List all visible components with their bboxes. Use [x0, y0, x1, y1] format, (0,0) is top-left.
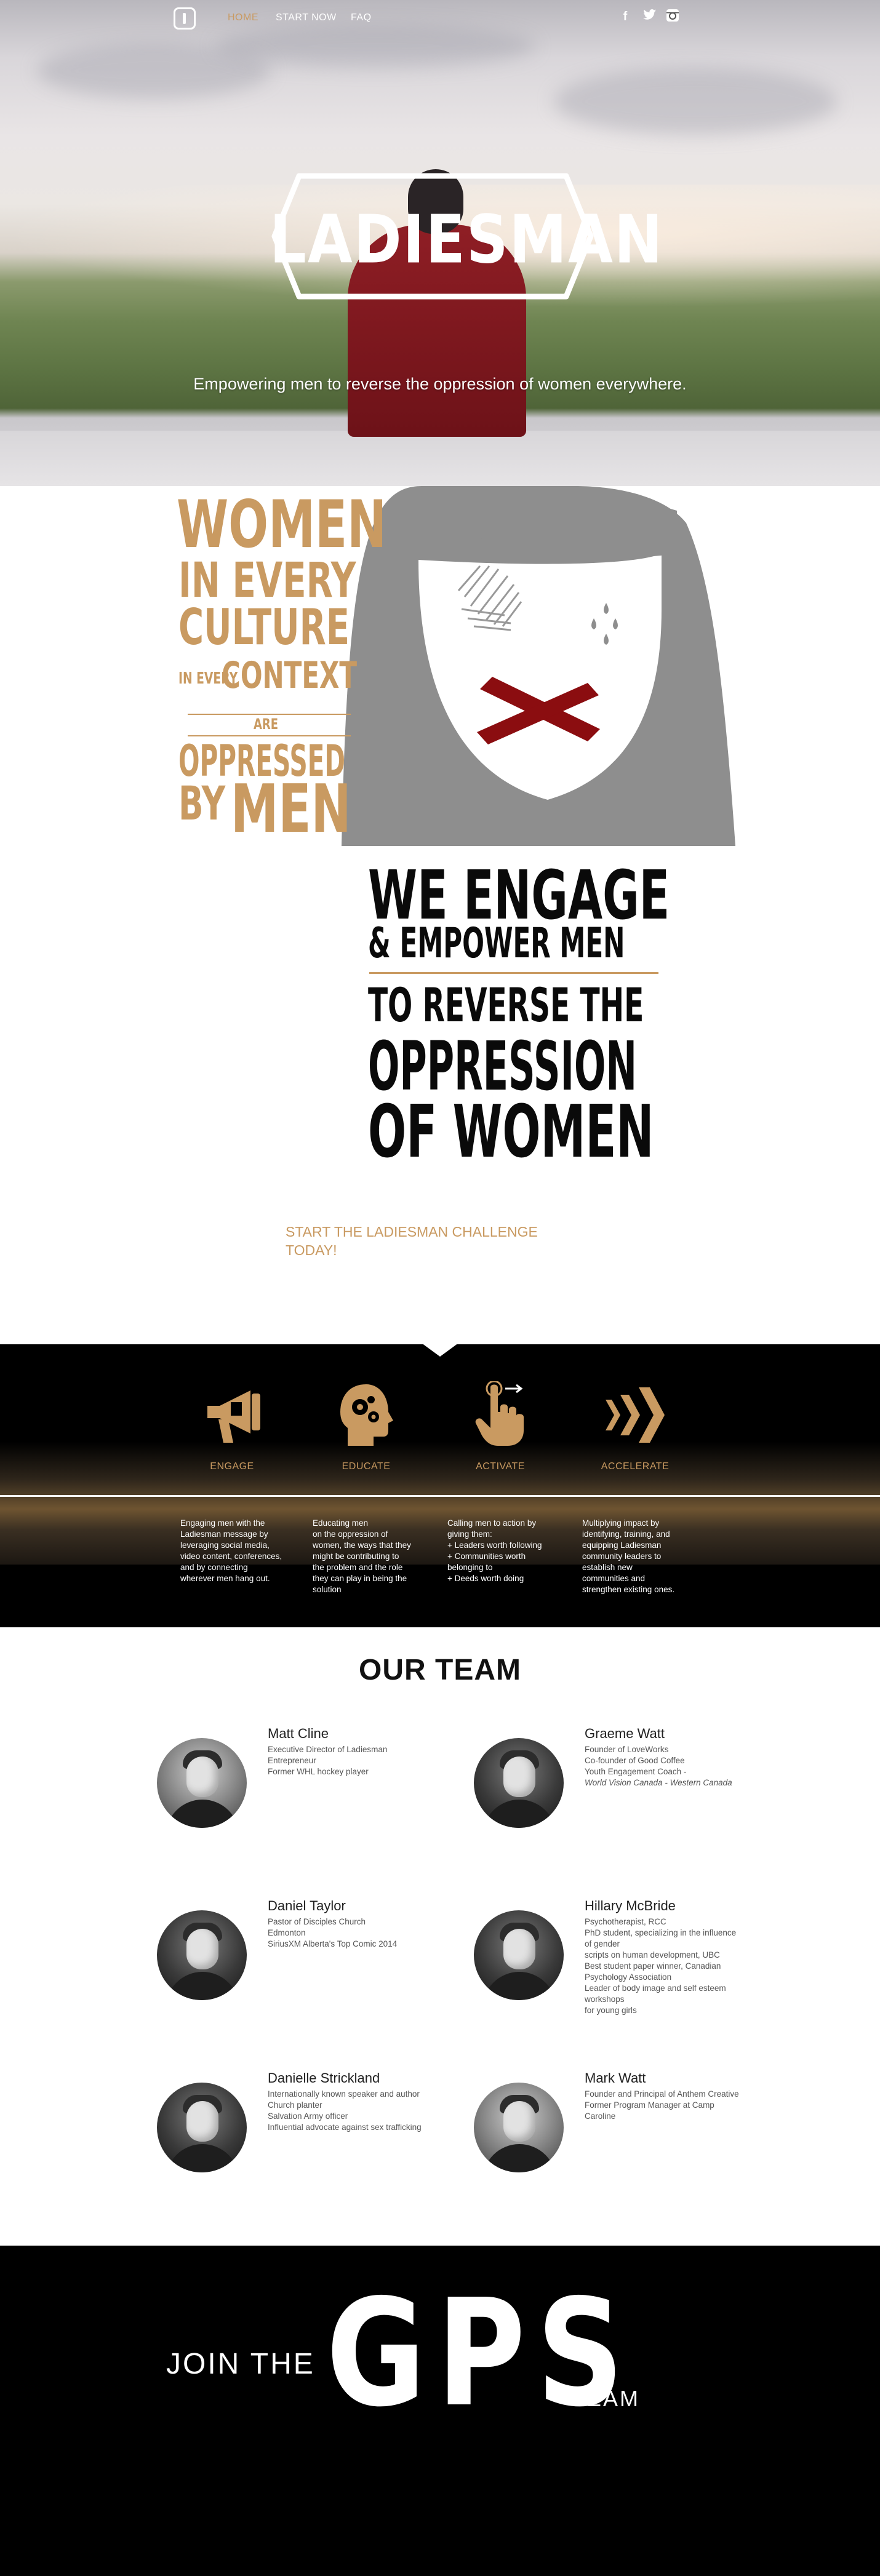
nav-home-link[interactable]: HOME [228, 12, 258, 23]
avatar [157, 1910, 247, 2000]
headline-rule [188, 714, 351, 715]
join-the-text: JOIN THE [166, 2348, 315, 2380]
headline-by: BY [178, 776, 226, 831]
avatar [474, 1738, 564, 1828]
team-member: Matt Cline Executive Director of Ladiesm… [157, 1726, 477, 1828]
join-gps-footer: JOIN THE GPS TEAM [0, 2246, 880, 2576]
twitter-icon[interactable] [642, 9, 658, 25]
team-member: Mark Watt Founder and Principal of Anthe… [474, 2070, 794, 2172]
headline-men: MEN [231, 771, 351, 848]
hero-section: LADIESMAN Empowering men to reverse the … [0, 0, 880, 486]
engage-line-3: TO REVERSE THE [368, 978, 644, 1032]
engage-line-2: & EMPOWER MEN [368, 919, 625, 968]
member-name: Graeme Watt [585, 1726, 665, 1741]
poster-section: WOMEN IN EVERY CULTURE IN EVERY CONTEXT … [0, 486, 880, 1347]
team-member: Graeme Watt Founder of LoveWorks Co-foun… [474, 1726, 794, 1828]
avatar [157, 1738, 247, 1828]
steps-background-photo [0, 1442, 880, 1565]
headline-in-every: IN EVERY [178, 553, 356, 608]
section-notch [423, 1615, 457, 1627]
step-label: ENGAGE [210, 1461, 254, 1472]
nav-start-now-link[interactable]: START NOW [276, 12, 337, 23]
instagram-icon[interactable] [665, 9, 681, 25]
headline-context: CONTEXT [222, 654, 358, 697]
nav-faq-link[interactable]: FAQ [351, 12, 372, 23]
step-engage-description: Engaging men with the Ladiesman message … [180, 1518, 282, 1583]
team-section: OUR TEAM Matt Cline Executive Director o… [0, 1627, 880, 2246]
team-member: Hillary McBride Psychotherapist, RCC PhD… [474, 1898, 794, 2015]
megaphone-icon [207, 1390, 260, 1443]
team-text: TEAM [571, 2386, 641, 2411]
team-heading: OUR TEAM [359, 1654, 521, 1686]
brand-title: LADIESMAN [270, 201, 664, 279]
avatar [157, 2083, 247, 2172]
steps-section: ENGAGE EDUCATE ACTIVATE ACCELERATE Engag… [0, 1344, 880, 1627]
hero-cloud [554, 68, 837, 135]
steps-divider [0, 1495, 880, 1497]
avatar [474, 2083, 564, 2172]
chevrons-right-icon [606, 1387, 665, 1443]
silenced-woman-illustration [342, 486, 735, 846]
hero-tagline: Empowering men to reverse the oppression… [193, 375, 687, 393]
engage-line-5: OF WOMEN [368, 1089, 654, 1174]
headline-culture: CULTURE [178, 599, 350, 656]
member-name: Danielle Strickland [268, 2070, 380, 2086]
step-accelerate-description: Multiplying impact by identifying, train… [582, 1518, 675, 1594]
engage-rule [369, 972, 658, 974]
member-bio: Founder and Principal of Anthem Creative… [585, 2089, 739, 2121]
step-label: EDUCATE [342, 1461, 391, 1472]
start-challenge-link[interactable]: START THE LADIESMAN CHALLENGE TODAY! [286, 1222, 544, 1259]
member-name: Matt Cline [268, 1726, 329, 1741]
brand-badge: LADIESMAN [270, 171, 664, 301]
team-member: Daniel Taylor Pastor of Disciples Church… [157, 1898, 477, 2000]
member-name: Daniel Taylor [268, 1898, 346, 1913]
member-bio: Executive Director of Ladiesman Entrepre… [268, 1745, 388, 1776]
member-bio: Founder of LoveWorks Co-founder of Good … [585, 1745, 732, 1787]
member-bio: Psychotherapist, RCC PhD student, specia… [585, 1917, 737, 2015]
step-label: ACCELERATE [601, 1461, 670, 1472]
headline-are: ARE [254, 716, 279, 733]
member-name: Hillary McBride [585, 1898, 676, 1913]
member-name: Mark Watt [585, 2070, 646, 2086]
hero-lower-band [0, 431, 880, 486]
facebook-icon[interactable]: f [617, 9, 633, 25]
team-member: Danielle Strickland Internationally know… [157, 2070, 477, 2172]
section-notch [422, 1344, 458, 1357]
brain-gears-icon [340, 1384, 393, 1446]
hand-pointer-icon [475, 1381, 524, 1446]
headline-women: WOMEN [177, 487, 387, 562]
member-bio: Pastor of Disciples Church Edmonton Siri… [268, 1917, 398, 1948]
step-educate-description: Educating men on the oppression of women… [313, 1518, 411, 1594]
avatar [474, 1910, 564, 2000]
top-navbar: HOME START NOW FAQ f [0, 0, 880, 38]
step-label: ACTIVATE [476, 1461, 525, 1472]
site-logo-icon[interactable] [174, 7, 196, 30]
member-bio: Internationally known speaker and author… [268, 2089, 422, 2132]
step-activate-description: Calling men to action by giving them: + … [447, 1518, 542, 1583]
